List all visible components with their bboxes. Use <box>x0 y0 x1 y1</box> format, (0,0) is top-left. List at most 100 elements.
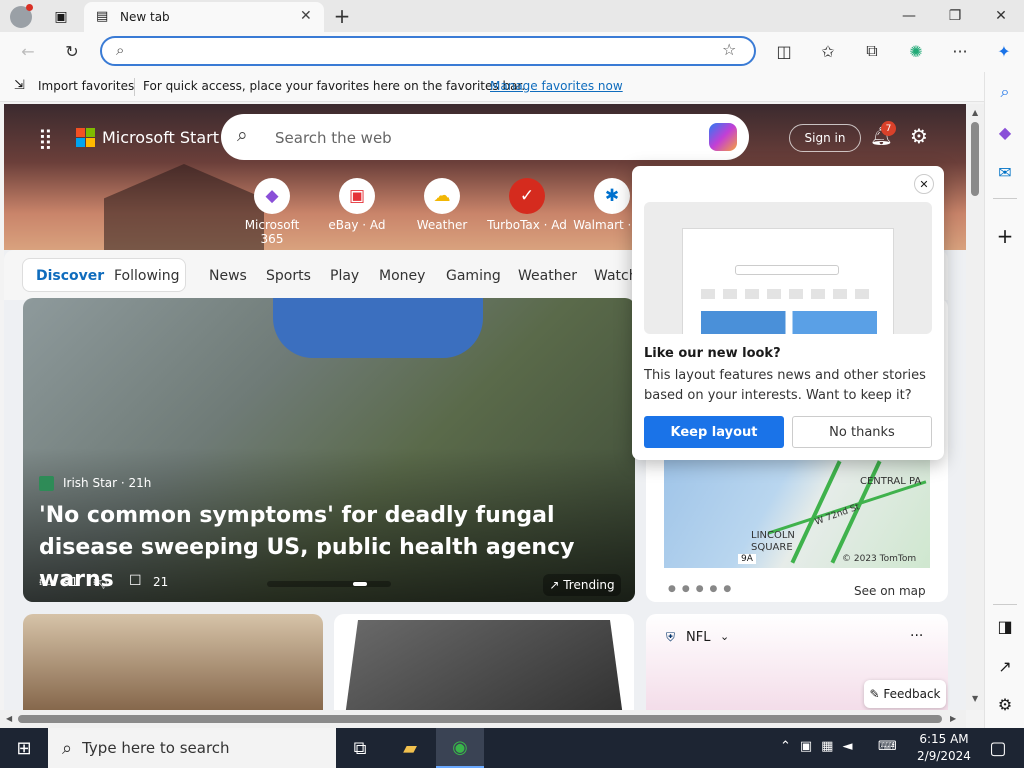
trending-icon: ↗ <box>549 578 560 592</box>
hero-article-card[interactable]: Irish Star · 21h 'No common symptoms' fo… <box>23 298 635 602</box>
minimize-button[interactable]: — <box>886 0 932 32</box>
file-explorer-icon[interactable]: ▰ <box>386 728 434 768</box>
taskbar-search-box[interactable]: ⌕ Type here to search <box>48 728 336 768</box>
map-label-central-park: CENTRAL PA <box>860 476 922 487</box>
source-logo <box>39 476 54 491</box>
feedback-button[interactable]: ✎ Feedback <box>864 680 946 708</box>
tab-new-tab[interactable]: ▤ New tab ✕ <box>84 2 324 32</box>
split-screen-icon[interactable]: ◫ <box>768 36 800 66</box>
browser-toolbar: ← ↻ ⌕ ☆ ◫ ✩ ⧉ ✺ ··· ✦ <box>0 32 1024 72</box>
map-carousel-dots[interactable]: ●●●●● <box>668 584 737 594</box>
tab-discover[interactable]: Discover <box>36 268 104 284</box>
keyboard-icon[interactable]: ⌨ <box>878 739 897 754</box>
settings-gear-icon[interactable]: ⚙ <box>910 124 928 148</box>
task-view-icon[interactable]: ⧉ <box>336 728 384 768</box>
no-thanks-button[interactable]: No thanks <box>792 416 932 448</box>
chevron-down-icon[interactable]: ⌄ <box>720 630 729 643</box>
brand-title[interactable]: Microsoft Start <box>102 128 219 147</box>
sidebar-add-icon[interactable]: + <box>985 218 1024 254</box>
comment-count: 21 <box>153 575 169 589</box>
sidebar-hide-icon[interactable]: ◨ <box>985 608 1024 644</box>
start-windows-icon[interactable]: ⊞ <box>0 728 48 768</box>
sidebar-external-icon[interactable]: ↗ <box>985 648 1024 684</box>
copilot-icon[interactable] <box>709 123 737 151</box>
trending-badge[interactable]: ↗ Trending <box>543 574 621 596</box>
sidebar-office-icon[interactable]: ◆ <box>985 114 1024 150</box>
apps-grid-icon[interactable]: ⣿ <box>38 126 53 150</box>
like-count: 91 <box>63 575 79 589</box>
like-icon[interactable]: 👍︎ <box>39 573 54 590</box>
vertical-scrollbar[interactable]: ▲ ▼ <box>966 104 984 710</box>
comment-icon[interactable]: ☐ <box>129 573 142 589</box>
tab-news[interactable]: News <box>209 268 247 284</box>
edge-sidebar: ⌕ ◆ ✉ + ◨ ↗ ⚙ <box>984 72 1024 728</box>
popup-close-icon[interactable]: ✕ <box>914 174 934 194</box>
map-image[interactable]: CENTRAL PA W 72nd St LINCOLN SQUARE 9A ©… <box>664 456 930 568</box>
feedback-icon: ✎ <box>869 687 880 701</box>
system-tray-icons[interactable]: ⌃▣▦◄ <box>780 739 861 754</box>
tab-sports[interactable]: Sports <box>266 268 311 284</box>
dislike-icon[interactable]: 👎︎ <box>93 573 107 590</box>
web-search-box[interactable]: ⌕ Search the web <box>221 114 749 160</box>
quick-link-ebay[interactable]: ▣ eBay · Ad <box>317 178 397 232</box>
web-search-input[interactable]: Search the web <box>275 129 392 147</box>
nfl-shield-icon: ⛨ <box>666 630 676 644</box>
article-source[interactable]: Irish Star · 21h <box>63 476 151 490</box>
performance-icon[interactable]: ✺ <box>900 36 932 66</box>
profile-avatar[interactable] <box>10 4 33 28</box>
tab-gaming[interactable]: Gaming <box>446 268 501 284</box>
article-card-2[interactable] <box>23 614 323 710</box>
search-icon: ⌕ <box>62 737 73 759</box>
sidebar-outlook-icon[interactable]: ✉ <box>985 154 1024 190</box>
favorites-bar: ⇲ Import favorites For quick access, pla… <box>0 72 1024 102</box>
popup-body: This layout features news and other stor… <box>644 368 926 403</box>
tab-actions-icon[interactable]: ▣ <box>50 6 72 28</box>
see-on-map-link[interactable]: See on map <box>854 584 926 598</box>
manage-favorites-link[interactable]: Manage favorites now <box>490 79 623 93</box>
new-tab-page: ⣿ Microsoft Start ⌕ Search the web Sign … <box>4 104 966 710</box>
nfl-title[interactable]: NFL <box>686 630 710 645</box>
edge-taskbar-icon[interactable]: ◉ <box>436 728 484 768</box>
close-window-button[interactable]: ✕ <box>978 0 1024 32</box>
address-bar[interactable]: ⌕ ☆ <box>100 36 756 66</box>
office-icon: ◆ <box>254 178 290 214</box>
clock-date: 2/9/2024 <box>917 749 971 763</box>
horizontal-scrollbar[interactable]: ◀ ▶ <box>0 710 966 728</box>
restore-button[interactable]: ❐ <box>932 0 978 32</box>
refresh-button[interactable]: ↻ <box>56 36 88 66</box>
tab-weather[interactable]: Weather <box>518 268 577 284</box>
sign-in-button[interactable]: Sign in <box>789 124 861 152</box>
favorite-star-icon[interactable]: ☆ <box>722 40 736 59</box>
tab-close-icon[interactable]: ✕ <box>300 8 312 24</box>
taskbar-search-input[interactable]: Type here to search <box>82 739 229 757</box>
vertical-scroll-thumb[interactable] <box>971 122 979 196</box>
new-tab-button[interactable]: + <box>330 4 354 28</box>
copilot-icon[interactable]: ✦ <box>988 36 1020 66</box>
more-options-icon[interactable]: ··· <box>910 628 923 644</box>
quick-link-turbotax[interactable]: ✓ TurboTax · Ad <box>487 178 567 232</box>
clock[interactable]: 6:15 AM 2/9/2024 <box>910 731 978 765</box>
tab-following[interactable]: Following <box>114 268 180 284</box>
article-card-3[interactable] <box>334 614 634 710</box>
import-favorites-button[interactable]: Import favorites <box>38 79 134 93</box>
collections-icon[interactable]: ⧉ <box>856 36 888 66</box>
quick-link-microsoft-365[interactable]: ◆ Microsoft 365 <box>232 178 312 246</box>
horizontal-scroll-thumb[interactable] <box>18 715 942 723</box>
map-label-lincoln-square: LINCOLN SQUARE <box>751 530 795 553</box>
tab-play[interactable]: Play <box>330 268 359 284</box>
favorites-icon[interactable]: ✩ <box>812 36 844 66</box>
quick-link-weather[interactable]: ☁ Weather <box>402 178 482 232</box>
nfl-card[interactable]: ⛨ NFL ⌄ ··· ✎ Feedback <box>646 614 948 710</box>
more-options-icon[interactable]: ··· <box>944 36 976 66</box>
import-icon: ⇲ <box>14 78 25 93</box>
tab-money[interactable]: Money <box>379 268 425 284</box>
sidebar-settings-icon[interactable]: ⚙ <box>985 686 1024 722</box>
back-button[interactable]: ← <box>12 36 44 66</box>
sidebar-search-icon[interactable]: ⌕ <box>985 74 1024 110</box>
keep-layout-button[interactable]: Keep layout <box>644 416 784 448</box>
notifications-icon[interactable]: ▢ <box>978 728 1018 768</box>
carousel-dots[interactable] <box>267 581 391 587</box>
favorites-hint: For quick access, place your favorites h… <box>143 79 526 93</box>
tab-title: New tab <box>120 10 170 24</box>
walmart-icon: ✱ <box>594 178 630 214</box>
